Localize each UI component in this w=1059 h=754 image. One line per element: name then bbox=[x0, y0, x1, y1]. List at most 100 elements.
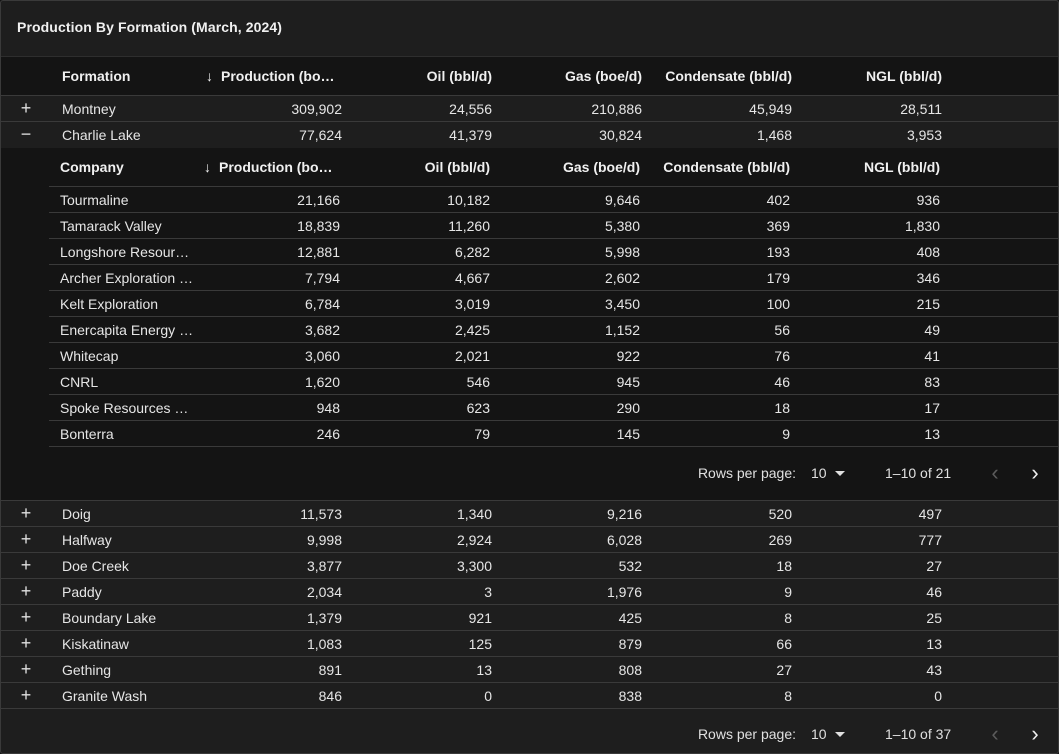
chevron-left-icon[interactable]: ‹ bbox=[983, 714, 1007, 753]
expand-icon[interactable]: + bbox=[15, 683, 37, 708]
caret-down-icon bbox=[834, 470, 845, 476]
company-row[interactable]: Tamarack Valley 18,839 11,260 5,380 369 1,830 bbox=[49, 213, 1058, 239]
company-row[interactable]: Tourmaline 21,166 10,182 9,646 402 936 bbox=[49, 187, 1058, 213]
formation-row[interactable]: + Granite Wash 846 0 838 8 0 bbox=[1, 683, 1058, 709]
expand-icon[interactable]: + bbox=[15, 631, 37, 656]
condensate-value: 56 bbox=[774, 321, 790, 338]
oil-value: 79 bbox=[474, 425, 490, 442]
pagination-range: 1–10 of 21 bbox=[885, 465, 952, 481]
gas-value: 1,976 bbox=[606, 583, 642, 600]
gas-value: 5,380 bbox=[604, 217, 640, 234]
rows-per-page-value: 10 bbox=[811, 465, 827, 481]
ngl-value: 346 bbox=[916, 269, 940, 286]
formation-row[interactable]: + Boundary Lake 1,379 921 425 8 25 bbox=[1, 605, 1058, 631]
rows-per-page-label: Rows per page: bbox=[697, 465, 796, 481]
collapse-icon[interactable]: − bbox=[15, 122, 37, 147]
charlie-lake-company-panel: Company ↓ Production (bo… Oil (bbl/d) Ga… bbox=[1, 148, 1058, 501]
formation-row[interactable]: + Doig 11,573 1,340 9,216 520 497 bbox=[1, 501, 1058, 527]
formation-row[interactable]: + Doe Creek 3,877 3,300 532 18 27 bbox=[1, 553, 1058, 579]
col-header-production[interactable]: ↓ Production (bo… bbox=[204, 148, 344, 186]
condensate-value: 18 bbox=[776, 557, 792, 574]
production-value: 1,379 bbox=[306, 609, 342, 626]
col-header-condensate[interactable]: Condensate (bbl/d) bbox=[651, 57, 792, 95]
expand-icon[interactable]: + bbox=[15, 553, 37, 578]
condensate-value: 520 bbox=[768, 505, 792, 522]
production-value: 846 bbox=[318, 687, 342, 704]
production-value: 77,624 bbox=[299, 126, 342, 143]
rows-per-page-select[interactable]: 10 bbox=[811, 714, 845, 753]
ngl-value: 46 bbox=[926, 583, 942, 600]
col-header-oil[interactable]: Oil (bbl/d) bbox=[351, 57, 492, 95]
ngl-value: 41 bbox=[924, 347, 940, 364]
production-value: 246 bbox=[316, 425, 340, 442]
production-by-formation-card: Production By Formation (March, 2024) Fo… bbox=[0, 0, 1059, 754]
pagination-range: 1–10 of 37 bbox=[885, 726, 952, 742]
ngl-value: 1,830 bbox=[904, 217, 940, 234]
company-name: Whitecap bbox=[60, 347, 119, 364]
ngl-value: 27 bbox=[926, 557, 942, 574]
col-header-ngl[interactable]: NGL (bbl/d) bbox=[799, 148, 940, 186]
company-row[interactable]: Longshore Resour… 12,881 6,282 5,998 193 408 bbox=[49, 239, 1058, 265]
formation-row[interactable]: + Kiskatinaw 1,083 125 879 66 13 bbox=[1, 631, 1058, 657]
company-name: CNRL bbox=[60, 373, 99, 390]
ngl-value: 83 bbox=[924, 373, 940, 390]
gas-value: 9,646 bbox=[604, 191, 640, 208]
ngl-value: 215 bbox=[916, 295, 940, 312]
gas-value: 9,216 bbox=[606, 505, 642, 522]
col-header-gas[interactable]: Gas (boe/d) bbox=[501, 57, 642, 95]
ngl-value: 408 bbox=[916, 243, 940, 260]
formation-row[interactable]: − Charlie Lake 77,624 41,379 30,824 1,468 3,95… bbox=[1, 122, 1058, 147]
condensate-value: 100 bbox=[766, 295, 790, 312]
condensate-value: 402 bbox=[766, 191, 790, 208]
formation-row[interactable]: + Gething 891 13 808 27 43 bbox=[1, 657, 1058, 683]
col-header-gas[interactable]: Gas (boe/d) bbox=[499, 148, 640, 186]
formation-row[interactable]: + Halfway 9,998 2,924 6,028 269 777 bbox=[1, 527, 1058, 553]
expand-icon[interactable]: + bbox=[15, 501, 37, 526]
production-value: 309,902 bbox=[291, 100, 342, 117]
company-row[interactable]: Archer Exploration … 7,794 4,667 2,602 179 34… bbox=[49, 265, 1058, 291]
col-header-oil[interactable]: Oil (bbl/d) bbox=[349, 148, 490, 186]
gas-value: 838 bbox=[618, 687, 642, 704]
chevron-right-icon[interactable]: › bbox=[1023, 453, 1047, 493]
rows-per-page-select[interactable]: 10 bbox=[811, 453, 845, 493]
expand-icon[interactable]: + bbox=[15, 527, 37, 552]
production-value: 7,794 bbox=[304, 269, 340, 286]
company-row[interactable]: Whitecap 3,060 2,021 922 76 41 bbox=[49, 343, 1058, 369]
gas-value: 2,602 bbox=[604, 269, 640, 286]
company-name: Longshore Resour… bbox=[60, 243, 190, 260]
expand-icon[interactable]: + bbox=[15, 657, 37, 682]
company-row[interactable]: CNRL 1,620 546 945 46 83 bbox=[49, 369, 1058, 395]
production-value: 1,083 bbox=[306, 635, 342, 652]
ngl-value: 13 bbox=[924, 425, 940, 442]
oil-value: 125 bbox=[468, 635, 492, 652]
rows-per-page-value: 10 bbox=[811, 726, 827, 742]
company-row[interactable]: Enercapita Energy … 3,682 2,425 1,152 56 49 bbox=[49, 317, 1058, 343]
col-header-production[interactable]: ↓ Production (bo… bbox=[206, 57, 344, 95]
formation-name: Boundary Lake bbox=[62, 609, 157, 626]
company-row[interactable]: Kelt Exploration 6,784 3,019 3,450 100 215 bbox=[49, 291, 1058, 317]
expand-icon[interactable]: + bbox=[15, 579, 37, 604]
chevron-left-icon[interactable]: ‹ bbox=[983, 453, 1007, 493]
formation-name: Kiskatinaw bbox=[62, 635, 129, 652]
expand-icon[interactable]: + bbox=[15, 96, 37, 121]
gas-value: 945 bbox=[616, 373, 640, 390]
condensate-value: 193 bbox=[766, 243, 790, 260]
gas-value: 425 bbox=[618, 609, 642, 626]
company-row[interactable]: Spoke Resources … 948 623 290 18 17 bbox=[49, 395, 1058, 421]
formation-name: Doig bbox=[62, 505, 91, 522]
condensate-value: 9 bbox=[784, 583, 792, 600]
formation-name: Halfway bbox=[62, 531, 112, 548]
ngl-value: 13 bbox=[926, 635, 942, 652]
col-header-condensate[interactable]: Condensate (bbl/d) bbox=[649, 148, 790, 186]
expand-icon[interactable]: + bbox=[15, 605, 37, 630]
company-row[interactable]: Bonterra 246 79 145 9 13 bbox=[49, 421, 1058, 447]
condensate-value: 9 bbox=[782, 425, 790, 442]
col-header-company[interactable]: Company bbox=[60, 148, 200, 186]
formation-row[interactable]: + Montney 309,902 24,556 210,886 45,949 28,511 bbox=[1, 96, 1058, 122]
col-header-formation[interactable]: Formation bbox=[62, 57, 202, 95]
condensate-value: 1,468 bbox=[756, 126, 792, 143]
chevron-right-icon[interactable]: › bbox=[1023, 714, 1047, 753]
gas-value: 879 bbox=[618, 635, 642, 652]
formation-row[interactable]: + Paddy 2,034 3 1,976 9 46 bbox=[1, 579, 1058, 605]
col-header-ngl[interactable]: NGL (bbl/d) bbox=[801, 57, 942, 95]
